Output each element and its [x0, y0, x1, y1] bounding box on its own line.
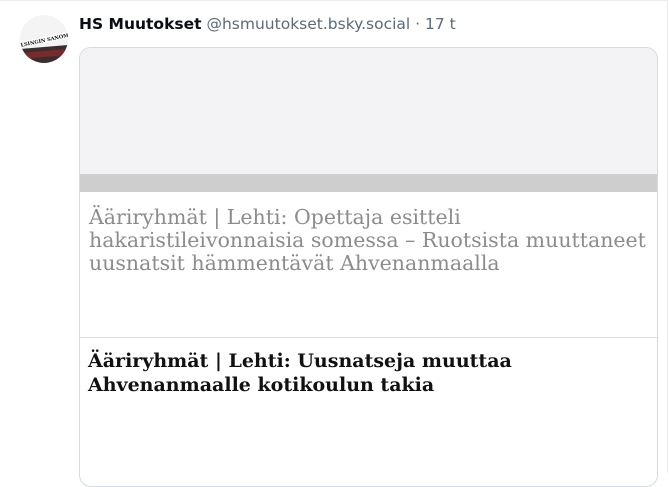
card-divider	[80, 337, 657, 338]
author-handle[interactable]: @hsmuutokset.bsky.social	[206, 15, 410, 33]
post-timestamp[interactable]: 17 t	[425, 15, 456, 33]
card-headline: Ääriryhmät | Lehti: Uusnatseja muuttaa A…	[88, 350, 512, 396]
post-header: HS Muutokset @hsmuutokset.bsky.social · …	[79, 14, 456, 34]
author-name[interactable]: HS Muutokset	[79, 15, 202, 33]
link-embed-card[interactable]: Ääriryhmät | Lehti: Opettaja esitteli ha…	[79, 47, 658, 487]
card-thumbnail-strip	[80, 174, 657, 192]
separator-dot: ·	[415, 15, 421, 33]
newspaper-masthead-icon: HELSINGIN SANOMAT	[20, 15, 68, 63]
card-thumbnail	[80, 48, 657, 174]
avatar[interactable]: HELSINGIN SANOMAT	[20, 15, 68, 63]
feed-post[interactable]: HELSINGIN SANOMAT HS Muutokset @hsmuutok…	[0, 0, 668, 487]
card-title: Ääriryhmät | Lehti: Opettaja esitteli ha…	[89, 205, 646, 275]
